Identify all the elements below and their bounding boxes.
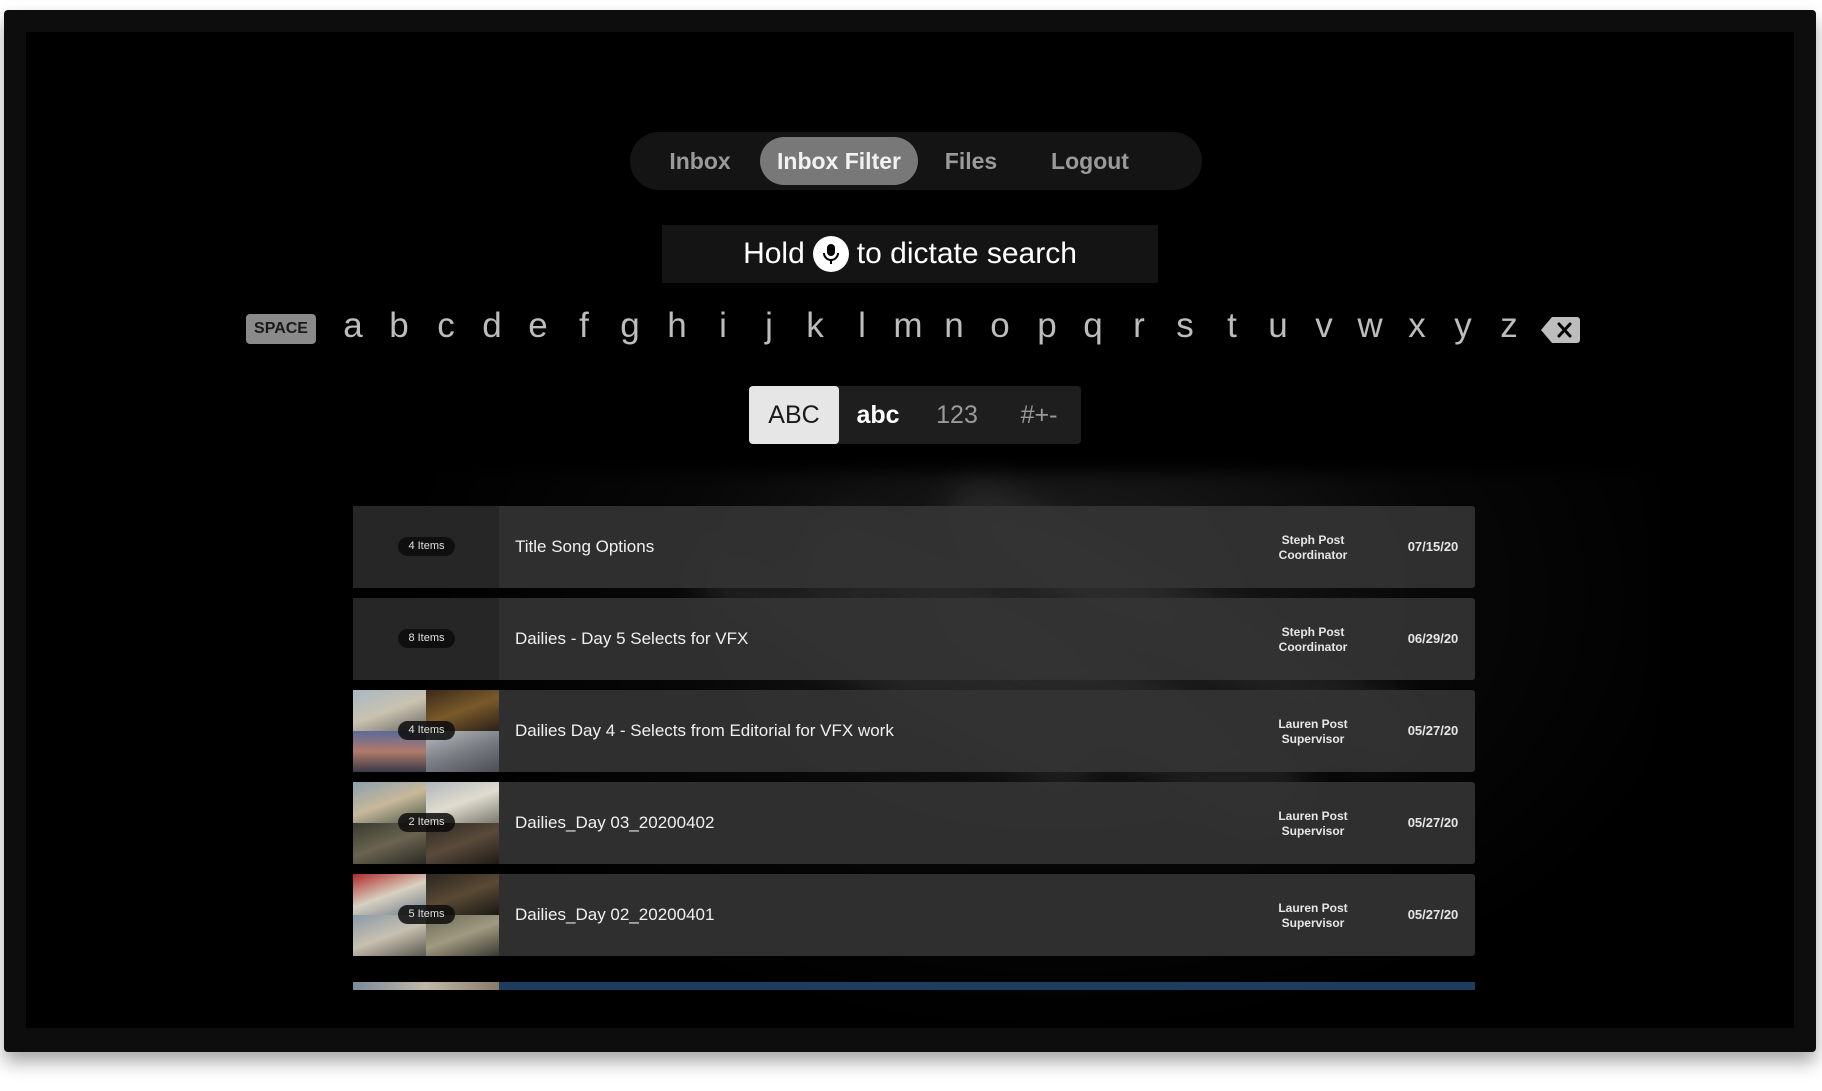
key-h[interactable]: h [657, 300, 697, 352]
search-hint-prefix: Hold [743, 237, 805, 270]
key-c[interactable]: c [426, 300, 466, 352]
owner-role: Supervisor [1281, 732, 1345, 746]
row-title: Dailies_Day 02_20200401 [515, 905, 715, 924]
key-u[interactable]: u [1258, 300, 1298, 352]
thumbnail-collage: 5 Items [353, 874, 499, 956]
key-v[interactable]: v [1304, 300, 1344, 352]
owner-role: Coordinator [1278, 640, 1348, 654]
key-a[interactable]: a [333, 300, 373, 352]
keyboard-row: SPACE a b c d e f g h i j k l m n o p q … [26, 300, 1794, 352]
list-item[interactable]: 2 Items Dailies_Day 03_20200402 Lauren P… [353, 782, 1475, 864]
key-g[interactable]: g [610, 300, 650, 352]
tab-logout[interactable]: Logout [1024, 137, 1156, 185]
key-y[interactable]: y [1443, 300, 1483, 352]
owner-name: Steph Post [1281, 533, 1345, 547]
screen: Inbox Inbox Filter Files Logout Hold to … [26, 32, 1794, 1028]
item-count-badge: 5 Items [398, 905, 455, 924]
key-q[interactable]: q [1073, 300, 1113, 352]
space-key[interactable]: SPACE [246, 314, 316, 344]
item-count-badge: 4 Items [398, 721, 455, 740]
row-owner: Steph Post Coordinator [1263, 625, 1363, 655]
thumbnail-collage: 2 Items [353, 782, 499, 864]
key-k[interactable]: k [795, 300, 835, 352]
thumbnail: 8 Items [353, 598, 499, 680]
row-owner: Lauren Post Supervisor [1263, 901, 1363, 931]
key-j[interactable]: j [749, 300, 789, 352]
owner-role: Supervisor [1281, 824, 1345, 838]
thumbnail-collage: 4 Items [353, 690, 499, 772]
owner-name: Lauren Post [1278, 809, 1348, 823]
search-field[interactable]: Hold to dictate search [662, 225, 1158, 283]
mode-numbers[interactable]: 123 [917, 386, 997, 444]
key-r[interactable]: r [1119, 300, 1159, 352]
owner-role: Supervisor [1281, 916, 1345, 930]
list-item[interactable]: 5 Items Dailies_Day 02_20200401 Lauren P… [353, 874, 1475, 956]
key-p[interactable]: p [1027, 300, 1067, 352]
key-e[interactable]: e [518, 300, 558, 352]
thumbnail [353, 982, 499, 990]
row-date: 07/15/20 [1407, 539, 1459, 554]
owner-name: Lauren Post [1278, 717, 1348, 731]
list-item[interactable]: 4 Items Dailies Day 4 - Selects from Edi… [353, 690, 1475, 772]
tab-inbox-filter[interactable]: Inbox Filter [760, 137, 918, 185]
search-hint-suffix: to dictate search [856, 237, 1077, 270]
key-l[interactable]: l [842, 300, 882, 352]
row-title: Dailies Day 4 - Selects from Editorial f… [515, 721, 894, 740]
key-s[interactable]: s [1165, 300, 1205, 352]
list-item[interactable]: 8 Items Dailies - Day 5 Selects for VFX … [353, 598, 1475, 680]
owner-name: Steph Post [1281, 625, 1345, 639]
top-nav: Inbox Inbox Filter Files Logout [630, 132, 1202, 190]
key-x[interactable]: x [1397, 300, 1437, 352]
item-count-badge: 8 Items [398, 629, 455, 648]
key-f[interactable]: f [564, 300, 604, 352]
item-count-badge: 2 Items [398, 813, 455, 832]
row-title: Title Song Options [515, 537, 655, 556]
row-date: 05/27/20 [1407, 815, 1459, 830]
row-owner: Lauren Post Supervisor [1263, 809, 1363, 839]
results-list: 4 Items Title Song Options Steph Post Co… [353, 506, 1475, 990]
key-z[interactable]: z [1489, 300, 1529, 352]
list-item[interactable]: 4 Items Title Song Options Steph Post Co… [353, 506, 1475, 588]
key-n[interactable]: n [934, 300, 974, 352]
row-title: Dailies_Day 03_20200402 [515, 813, 715, 832]
list-item-partial[interactable] [353, 982, 1475, 990]
key-m[interactable]: m [888, 300, 928, 352]
tab-files[interactable]: Files [922, 137, 1020, 185]
row-owner: Lauren Post Supervisor [1263, 717, 1363, 747]
row-owner: Steph Post Coordinator [1263, 533, 1363, 563]
microphone-icon [812, 236, 849, 272]
mode-uppercase[interactable]: ABC [749, 386, 839, 444]
item-count-badge: 4 Items [398, 537, 455, 556]
key-d[interactable]: d [472, 300, 512, 352]
row-date: 05/27/20 [1407, 723, 1459, 738]
owner-role: Coordinator [1278, 548, 1348, 562]
mode-lowercase[interactable]: abc [839, 386, 917, 444]
key-t[interactable]: t [1212, 300, 1252, 352]
key-b[interactable]: b [379, 300, 419, 352]
backspace-icon[interactable] [1540, 315, 1580, 345]
tv-frame: Inbox Inbox Filter Files Logout Hold to … [4, 10, 1816, 1052]
keyboard-mode-selector: ABC abc 123 #+- [749, 386, 1081, 444]
mode-symbols[interactable]: #+- [997, 386, 1081, 444]
row-date: 06/29/20 [1407, 631, 1459, 646]
key-o[interactable]: o [980, 300, 1020, 352]
thumbnail: 4 Items [353, 506, 499, 588]
row-date: 05/27/20 [1407, 907, 1459, 922]
key-i[interactable]: i [703, 300, 743, 352]
row-title: Dailies - Day 5 Selects for VFX [515, 629, 749, 648]
key-w[interactable]: w [1350, 300, 1390, 352]
tab-inbox[interactable]: Inbox [644, 137, 756, 185]
owner-name: Lauren Post [1278, 901, 1348, 915]
